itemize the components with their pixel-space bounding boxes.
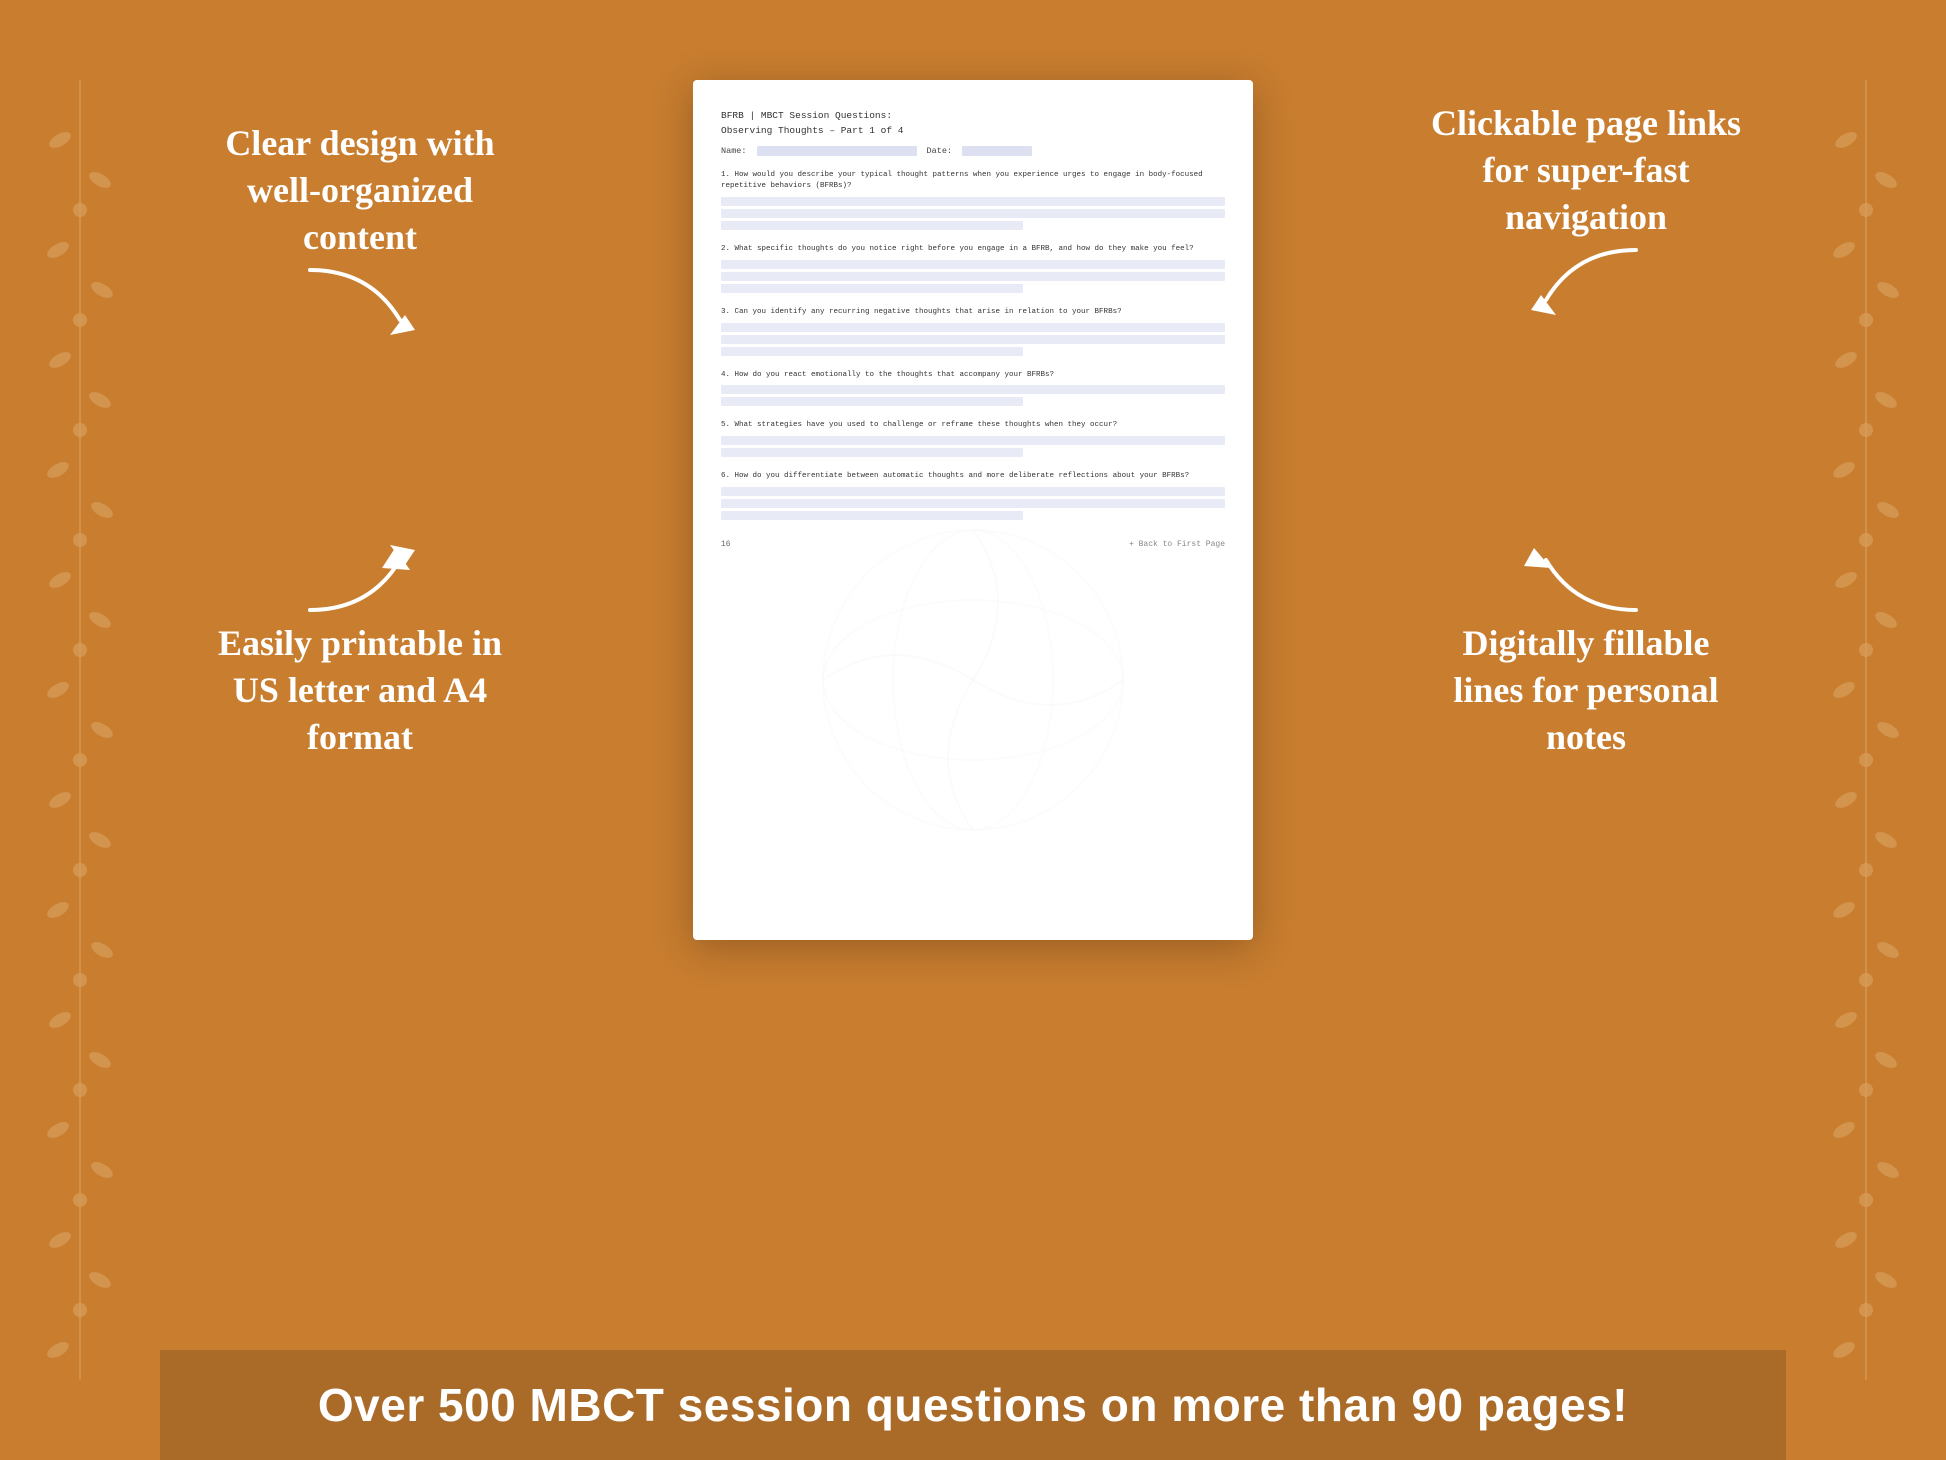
bottom-banner-text: Over 500 MBCT session questions on more … [200,1378,1746,1432]
answer-line [721,499,1225,508]
question-6-answer[interactable] [721,487,1225,520]
question-1-answer[interactable] [721,197,1225,230]
question-4-answer[interactable] [721,385,1225,406]
question-3-text: 3. Can you identify any recurring negati… [721,307,1225,318]
annotation-fillable: Digitally fillable lines for personal no… [1426,530,1746,760]
doc-name-date-row: Name: Date: [721,146,1225,156]
arrow-left-icon [1516,240,1656,330]
answer-line [721,221,1023,230]
answer-line [721,209,1225,218]
question-1-text: 1. How would you describe your typical t… [721,170,1225,192]
answer-line [721,197,1225,206]
answer-line [721,335,1225,344]
question-2-answer[interactable] [721,260,1225,293]
date-field[interactable] [962,146,1032,156]
answer-line [721,385,1225,394]
doc-header: BFRB | MBCT Session Questions: [721,110,1225,121]
answer-line [721,284,1023,293]
bottom-banner: Over 500 MBCT session questions on more … [160,1350,1786,1460]
question-5: 5. What strategies have you used to chal… [721,420,1225,457]
right-annotations: Clickable page links for super-fast navi… [1426,60,1746,761]
arrow-down-right-icon [290,260,430,350]
page-number: 16 [721,540,731,549]
name-field[interactable] [757,146,917,156]
answer-line [721,347,1023,356]
document: BFRB | MBCT Session Questions: Observing… [693,80,1253,940]
answer-line [721,397,1023,406]
question-3: 3. Can you identify any recurring negati… [721,307,1225,356]
doc-footer: 16 + Back to First Page [721,540,1225,549]
answer-line [721,448,1023,457]
question-5-text: 5. What strategies have you used to chal… [721,420,1225,431]
clickable-text: Clickable page links for super-fast navi… [1426,100,1746,240]
arrow-left-2-icon [1516,530,1656,620]
answer-line [721,436,1225,445]
question-4: 4. How do you react emotionally to the t… [721,370,1225,407]
answer-line [721,487,1225,496]
date-label: Date: [927,146,953,156]
question-1: 1. How would you describe your typical t… [721,170,1225,230]
document-wrapper: BFRB | MBCT Session Questions: Observing… [520,60,1426,940]
question-2-text: 2. What specific thoughts do you notice … [721,244,1225,255]
question-5-answer[interactable] [721,436,1225,457]
main-container: Clear design with well-organized content… [160,0,1786,1460]
question-2: 2. What specific thoughts do you notice … [721,244,1225,293]
annotation-clear-design: Clear design with well-organized content [200,120,520,350]
question-3-answer[interactable] [721,323,1225,356]
back-to-first-page-link[interactable]: + Back to First Page [1129,540,1225,549]
left-annotations: Clear design with well-organized content… [200,60,520,761]
fillable-text: Digitally fillable lines for personal no… [1426,620,1746,760]
printable-text: Easily printable in US letter and A4 for… [200,620,520,760]
annotation-printable: Easily printable in US letter and A4 for… [200,530,520,760]
floral-decoration-left [0,0,160,1460]
floral-decoration-right [1786,0,1946,1460]
clear-design-text: Clear design with well-organized content [200,120,520,260]
doc-title: Observing Thoughts – Part 1 of 4 [721,125,1225,136]
answer-line [721,323,1225,332]
name-label: Name: [721,146,747,156]
answer-line [721,511,1023,520]
arrow-down-right-2-icon [290,530,430,620]
answer-line [721,260,1225,269]
annotation-clickable: Clickable page links for super-fast navi… [1426,100,1746,330]
answer-line [721,272,1225,281]
question-6: 6. How do you differentiate between auto… [721,471,1225,520]
question-4-text: 4. How do you react emotionally to the t… [721,370,1225,381]
top-area: Clear design with well-organized content… [160,0,1786,1350]
question-6-text: 6. How do you differentiate between auto… [721,471,1225,482]
